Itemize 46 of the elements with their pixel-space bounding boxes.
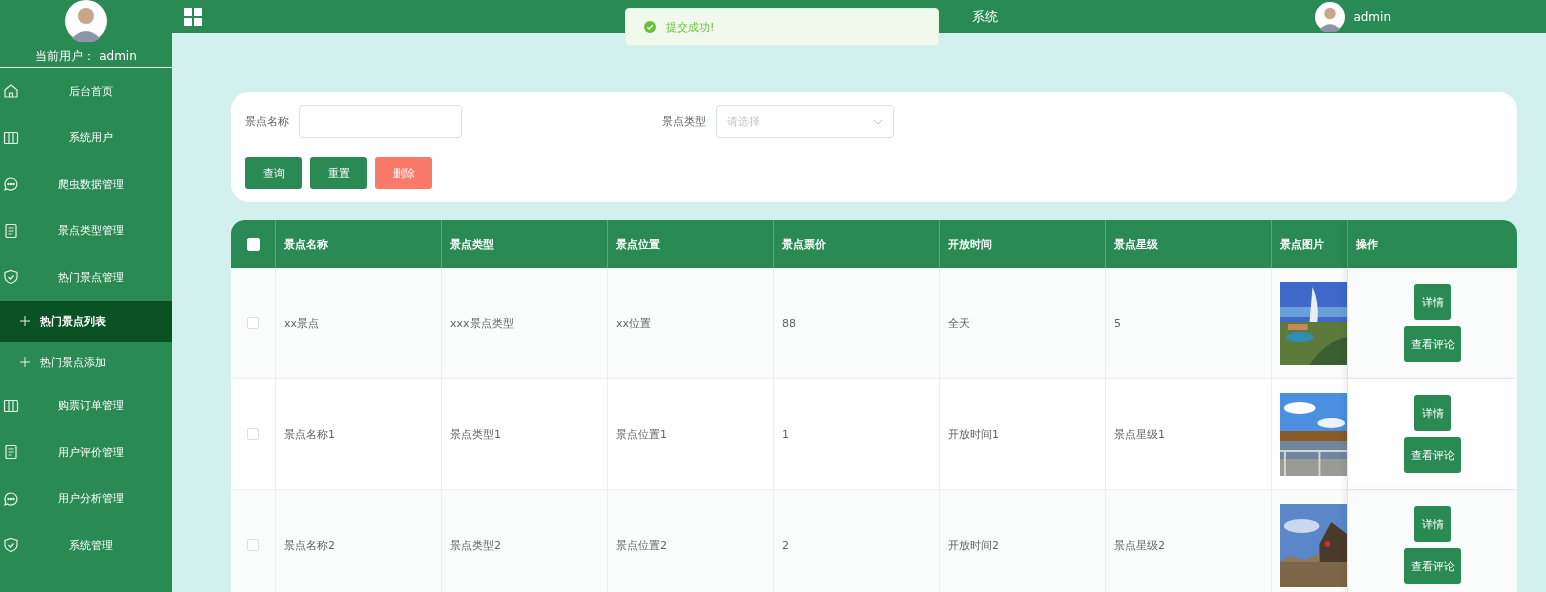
view-comments-button[interactable]: 查看评论 — [1404, 548, 1461, 584]
sidebar-item[interactable]: 系统管理 — [0, 522, 172, 569]
sidebar-item[interactable]: 爬虫数据管理 — [0, 161, 172, 208]
sidebar-item[interactable]: 用户评价管理 — [0, 429, 172, 476]
table-cell: 开放时间1 — [940, 379, 1106, 489]
table-cell: 88 — [774, 268, 940, 378]
column-header: 操作 — [1348, 220, 1517, 268]
delete-button[interactable]: 删除 — [375, 157, 432, 189]
sidebar-item[interactable]: 用户分析管理 — [0, 475, 172, 522]
table-cell: xx景点 — [276, 268, 442, 378]
table-cell: 5 — [1106, 268, 1272, 378]
table-cell: 2 — [774, 490, 940, 592]
toast-message: 提交成功! — [666, 19, 715, 35]
table-cell: 景点类型2 — [442, 490, 608, 592]
field-label: 景点类型 — [662, 114, 706, 129]
sidebar-item[interactable]: 后台首页 — [0, 68, 172, 115]
action-button[interactable]: 重置 — [310, 157, 367, 189]
table-cell: 景点位置1 — [608, 379, 774, 489]
table-cell: 1 — [774, 379, 940, 489]
table-cell: 全天 — [940, 268, 1106, 378]
sidebar-subitem[interactable]: 热门景点添加 — [0, 341, 172, 383]
sidebar-item[interactable]: 系统用户 — [0, 114, 172, 161]
details-button[interactable]: 详情 — [1414, 395, 1451, 431]
field-label: 景点名称 — [245, 114, 289, 129]
table-cell: 景点位置2 — [608, 490, 774, 592]
table-cell: 开放时间2 — [940, 490, 1106, 592]
user-name: admin — [99, 49, 137, 63]
sidebar-subitem[interactable]: 热门景点列表 — [0, 300, 172, 342]
system-title: 系统 — [972, 7, 998, 26]
sidebar-item[interactable]: 景点类型管理 — [0, 207, 172, 254]
table-cell: 景点类型1 — [442, 379, 608, 489]
view-comments-button[interactable]: 查看评论 — [1404, 326, 1461, 362]
table-cell: xxx景点类型 — [442, 268, 608, 378]
sidebar-item[interactable]: 购票订单管理 — [0, 382, 172, 429]
table-cell: xx位置 — [608, 268, 774, 378]
details-button[interactable]: 详情 — [1414, 506, 1451, 542]
table-cell: 景点星级2 — [1106, 490, 1272, 592]
details-button[interactable]: 详情 — [1414, 284, 1451, 320]
table-cell: 景点名称1 — [276, 379, 442, 489]
user-label: 当前用户： — [35, 49, 96, 63]
action-button[interactable]: 查询 — [245, 157, 302, 189]
view-comments-button[interactable]: 查看评论 — [1404, 437, 1461, 473]
user-name: admin — [1353, 9, 1391, 24]
sidebar-item[interactable]: 热门景点管理 — [0, 254, 172, 301]
table-cell: 景点名称2 — [276, 490, 442, 592]
table-cell: 景点星级1 — [1106, 379, 1272, 489]
